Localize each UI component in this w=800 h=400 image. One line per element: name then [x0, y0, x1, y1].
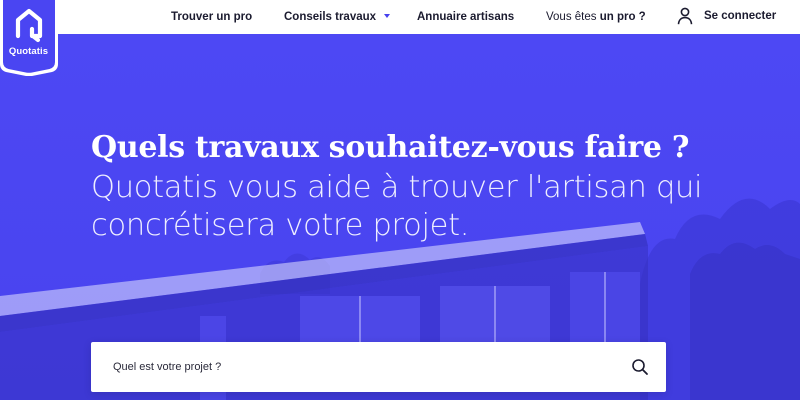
hero-section: Quels travaux souhaitez-vous faire ? Quo… — [0, 34, 800, 400]
nav-pro-bold: un pro ? — [599, 11, 646, 23]
hero-title: Quels travaux souhaitez-vous faire ? — [91, 130, 690, 165]
nav-advice-menu[interactable]: Conseils travaux — [284, 9, 391, 25]
project-search-input[interactable] — [91, 342, 621, 392]
logo-wordmark: Quotatis — [8, 46, 49, 57]
nav-pro-prefix: Vous êtes — [546, 11, 597, 23]
nav-advice-label: Conseils travaux — [284, 11, 377, 23]
quotatis-logo[interactable]: Quotatis — [0, 0, 59, 77]
nav-find-pro-link[interactable]: Trouver un pro — [171, 9, 252, 25]
nav-directory-link[interactable]: Annuaire artisans — [417, 9, 514, 25]
user-icon — [677, 7, 693, 25]
project-search-box — [91, 342, 666, 392]
hero-subtitle: Quotatis vous aide à trouver l'artisan q… — [91, 170, 703, 243]
nav-pro-link[interactable]: Vous êtes un pro ? — [546, 9, 646, 25]
login-button[interactable]: Se connecter — [677, 7, 776, 25]
search-icon[interactable] — [631, 358, 649, 376]
top-navigation: Trouver un pro Conseils travaux Annuaire… — [0, 0, 800, 34]
login-label: Se connecter — [704, 10, 777, 22]
chevron-down-icon — [384, 14, 391, 18]
house-logo-icon — [0, 0, 58, 77]
